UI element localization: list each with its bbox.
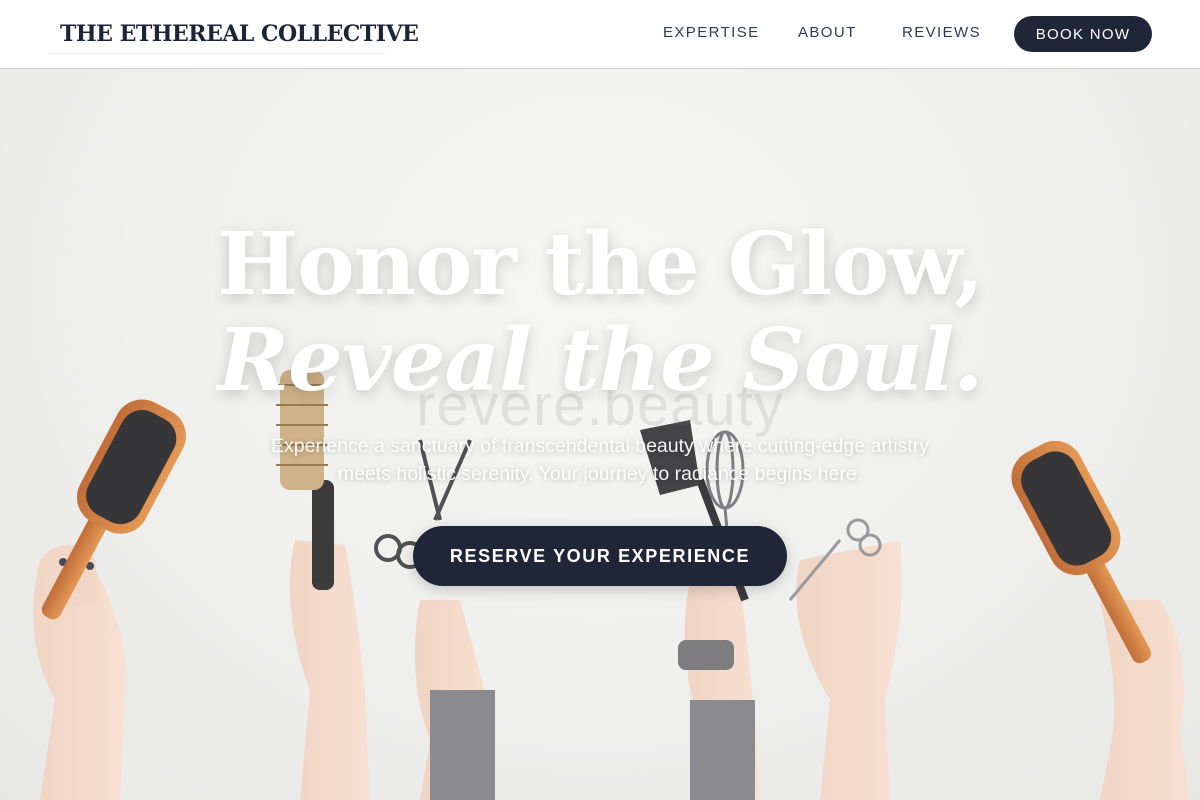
nav-link-expertise[interactable]: EXPERTISE (663, 24, 760, 41)
reserve-experience-button[interactable]: RESERVE YOUR EXPERIENCE (413, 526, 787, 586)
hero-headline-line2: Reveal the Soul. (217, 310, 984, 411)
nav-link-reviews[interactable]: REVIEWS (902, 24, 981, 41)
book-now-button[interactable]: BOOK NOW (1014, 16, 1152, 52)
hero-subtitle: Experience a sanctuary of transcendental… (271, 435, 929, 485)
hero-headline-line1: Honor the Glow, (216, 214, 984, 315)
brand-logo[interactable]: THE ETHEREAL COLLECTIVE (48, 12, 419, 54)
nav-link-about[interactable]: ABOUT (798, 24, 857, 41)
site-header: THE ETHEREAL COLLECTIVE EXPERTISE ABOUT … (0, 0, 1200, 69)
